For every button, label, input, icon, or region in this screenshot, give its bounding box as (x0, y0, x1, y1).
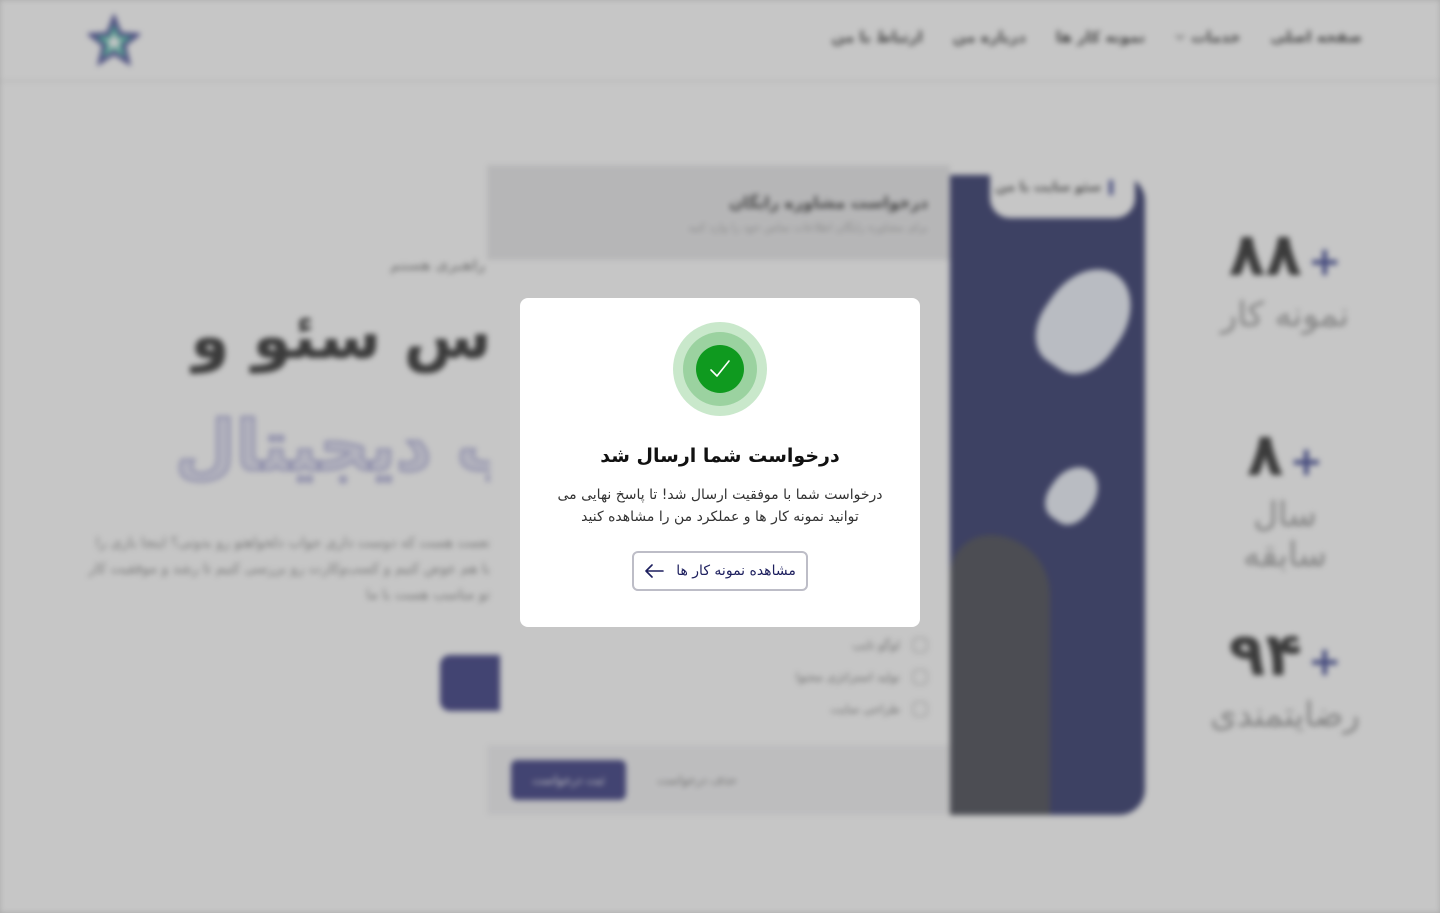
arrow-left-icon (645, 564, 664, 578)
success-badge (673, 322, 767, 416)
success-badge-core (696, 345, 744, 393)
view-portfolio-button[interactable]: مشاهده نمونه کار ها (632, 551, 808, 591)
checkmark-icon (710, 360, 730, 377)
modal-title: درخواست شما ارسال شد (600, 445, 840, 467)
modal-message: درخواست شما با موفقیت ارسال شد! تا پاسخ … (557, 487, 883, 525)
success-modal: درخواست شما ارسال شد درخواست شما با موفق… (520, 298, 920, 627)
view-portfolio-label: مشاهده نمونه کار ها (676, 563, 796, 579)
success-badge-ring (683, 332, 757, 406)
